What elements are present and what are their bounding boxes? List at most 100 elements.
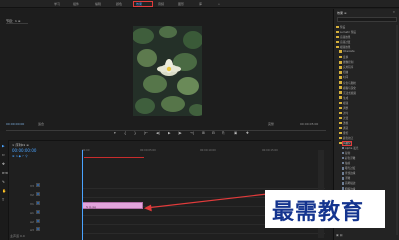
time-ruler[interactable]: 00:00 00:00:05:00 00:00:10:00 00:00:15:0… — [82, 146, 325, 156]
effect-label: 彩色浮雕 — [345, 157, 356, 161]
toggle-track-output-button[interactable] — [36, 192, 40, 196]
pen-tool-icon[interactable]: ✎ — [2, 180, 5, 184]
mute-track-button[interactable] — [36, 219, 40, 223]
effect-label: 沉浸式视频 — [343, 91, 356, 95]
effect-label: 查找边缘 — [345, 172, 356, 176]
annotation-arrow — [144, 192, 277, 212]
ripple-edit-tool-icon[interactable]: ✥ — [2, 162, 5, 166]
playhead[interactable] — [82, 150, 83, 240]
hand-tool-icon[interactable]: ✋ — [2, 189, 6, 193]
selection-tool-icon[interactable]: ▶ — [2, 144, 5, 148]
duration-timecode: 00:00:05:00 — [300, 122, 319, 126]
workspace-tab[interactable]: 学习 — [54, 2, 60, 6]
workspace-tab[interactable]: 库 — [199, 2, 202, 6]
export-frame-button[interactable]: ⎘ — [222, 131, 225, 135]
effect-label: 过时 — [343, 111, 349, 115]
effects-panel-title[interactable]: 效果 ≡ — [337, 11, 346, 15]
go-to-out-button[interactable]: →| — [190, 131, 194, 135]
effect-file-icon — [342, 182, 344, 185]
workspace-tab[interactable]: 颜色 — [116, 2, 122, 6]
workspace-tab[interactable]: 组件 — [73, 2, 79, 6]
step-back-button[interactable]: ◀| — [156, 131, 160, 135]
folder-icon — [339, 121, 342, 125]
tools-panel: ▶ ⇔ ✥ ⊳⊲ ✎ ✋ T — [0, 140, 9, 240]
mute-track-button[interactable] — [36, 227, 40, 231]
mark-out-button[interactable]: } — [134, 131, 136, 135]
effect-label: 画笔描边 — [345, 182, 356, 186]
type-tool-icon[interactable]: T — [2, 198, 4, 202]
effect-label: 抽帧 — [345, 162, 351, 166]
work-area-bar[interactable] — [84, 157, 144, 158]
track-label-a1: A1 — [30, 211, 34, 215]
track-label-v2: V2 — [30, 193, 34, 197]
extract-button[interactable]: ⊟ — [212, 131, 215, 135]
effect-file-icon — [342, 157, 344, 160]
effect-label: 视频 — [343, 101, 349, 105]
effect-label: 透视 — [343, 121, 349, 125]
comparison-view-button[interactable]: ▣ — [234, 131, 237, 135]
toggle-track-output-button[interactable] — [36, 183, 40, 187]
master-value[interactable]: 0.0 — [20, 234, 25, 238]
folder-icon — [339, 96, 342, 99]
track-label-a2: A2 — [30, 220, 34, 224]
folder-icon — [339, 66, 342, 69]
folder-icon — [339, 81, 342, 84]
effect-label: 键控 — [343, 131, 349, 135]
go-to-in-button[interactable]: |← — [144, 131, 148, 135]
timeline-toolbar-icons[interactable]: ⊕ ∩ ◆ ⌐ ⚲ — [12, 154, 28, 158]
effect-file-icon — [342, 151, 344, 155]
effects-scrollbar[interactable] — [396, 25, 398, 235]
folder-icon — [339, 141, 342, 145]
folder-icon — [339, 101, 342, 104]
effect-label: 音频效果 — [340, 36, 351, 40]
sequence-tab[interactable]: × 序列01 ≡ — [12, 143, 29, 147]
folder-icon — [336, 45, 339, 49]
premiere-window: 学习 组件 编辑 颜色 效果 音频 图形 库 » 节目：1 ≡ 00:00:00… — [0, 0, 399, 240]
lift-button[interactable]: ⊞ — [202, 131, 205, 135]
effect-label: 生成 — [343, 96, 349, 100]
timeline-timecode[interactable]: 00:00:00:00 — [12, 148, 36, 153]
folder-icon — [336, 40, 339, 44]
folder-icon — [339, 50, 342, 53]
folder-icon — [339, 61, 342, 64]
effect-label: 实用程序 — [343, 66, 354, 70]
workspace-tab[interactable]: 编辑 — [95, 2, 101, 6]
program-monitor: 节目：1 ≡ 00:00:00:00 适合 完整 00:00:05:00 — [0, 9, 330, 131]
effect-label: 变换 — [343, 56, 349, 60]
step-forward-button[interactable]: |▶ — [178, 131, 182, 135]
ruler-tick-label: 00:00 — [82, 149, 90, 152]
effect-label: 复制 — [345, 152, 351, 156]
workspace-overflow-button[interactable]: » — [218, 2, 220, 6]
effect-file-icon — [342, 177, 344, 180]
workspace-tab[interactable]: 音频 — [158, 2, 164, 6]
mute-track-button[interactable] — [36, 210, 40, 214]
folder-icon — [339, 91, 342, 94]
effects-search-input[interactable] — [337, 17, 397, 22]
mark-in-button[interactable]: { — [124, 131, 126, 135]
workspace-tab[interactable]: 图形 — [178, 2, 184, 6]
folder-icon — [336, 25, 339, 29]
quality-dropdown[interactable]: 完整 — [268, 122, 274, 126]
fit-dropdown[interactable]: 适合 — [38, 122, 44, 126]
effect-label: 音频过渡 — [340, 41, 351, 45]
folder-icon — [339, 71, 342, 74]
slip-tool-icon[interactable]: ⊳⊲ — [2, 171, 8, 175]
timeline-clip[interactable]: fx 花.jpg — [82, 202, 143, 209]
folder-icon — [339, 126, 342, 130]
toggle-track-output-button[interactable] — [36, 201, 40, 205]
folder-icon — [339, 111, 342, 114]
effect-file-icon — [342, 167, 344, 170]
effect-label: 模糊与锐化 — [343, 86, 356, 90]
play-button[interactable]: ▶ — [168, 131, 171, 135]
effects-footer-icons[interactable]: ▣ ▤ — [336, 233, 343, 237]
effect-label: 时间 — [343, 76, 349, 80]
ruler-tick-label: 00:00:10:00 — [200, 149, 216, 152]
track-select-tool-icon[interactable]: ⇔ — [2, 153, 5, 157]
ruler-tick-label: 00:00:05:00 — [140, 149, 156, 152]
add-marker-button[interactable]: ▾ — [114, 131, 116, 135]
monitor-timecode[interactable]: 00:00:00:00 — [6, 122, 24, 126]
button-editor-button[interactable]: ✚ — [246, 131, 249, 135]
lotus-image — [133, 26, 202, 116]
folder-icon — [336, 30, 339, 34]
panel-overflow-button[interactable]: » — [393, 10, 395, 14]
